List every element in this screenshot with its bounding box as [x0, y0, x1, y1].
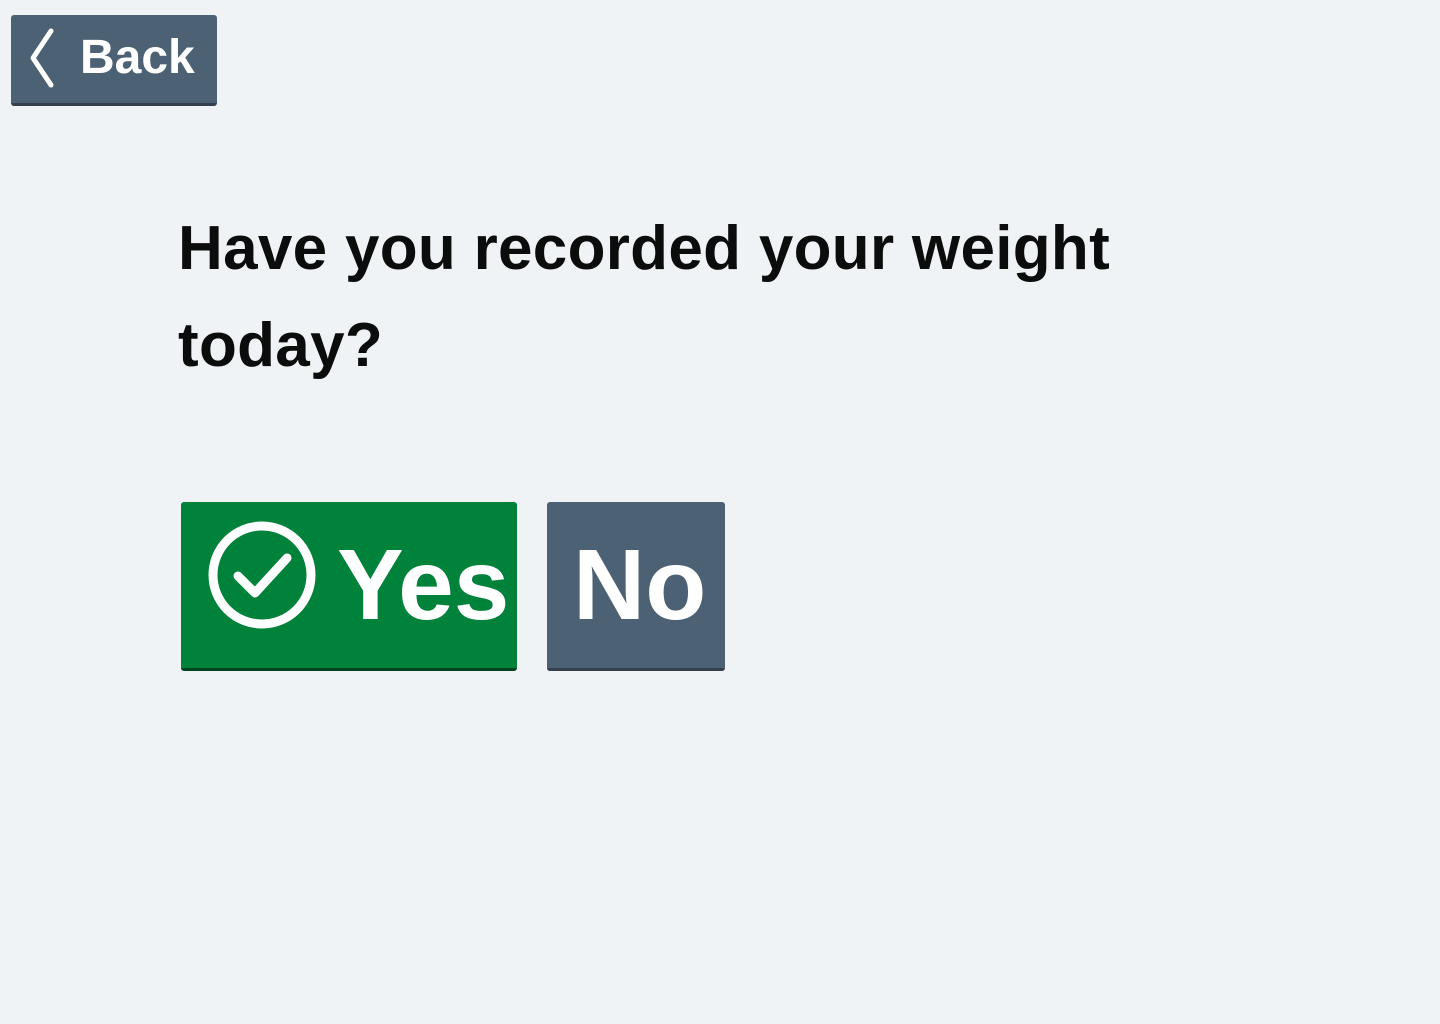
- check-circle-icon: [208, 521, 316, 629]
- question-text: Have you recorded your weight today?: [178, 214, 1111, 380]
- chevron-left-icon: [30, 28, 54, 88]
- yes-button[interactable]: Yes: [181, 502, 517, 671]
- weight-check-page: Back Have you recorded your weight today…: [0, 0, 1440, 1024]
- no-button-label: No: [573, 529, 707, 641]
- no-button[interactable]: No: [547, 502, 725, 671]
- back-button-label: Back: [80, 31, 195, 84]
- yes-button-label: Yes: [337, 529, 510, 641]
- back-button[interactable]: Back: [11, 15, 217, 106]
